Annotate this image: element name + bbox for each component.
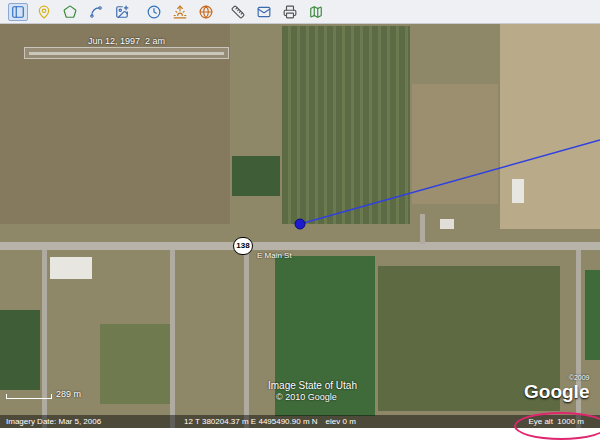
copyright: © 2010 Google: [276, 391, 337, 405]
placemark-line: [0, 24, 600, 428]
map-view[interactable]: Jun 12, 1997 2 am 138 E Main St Image State…: [0, 24, 600, 428]
coordinates: 12 T 380204.37 m E 4495490.90 m N: [184, 417, 318, 427]
toolbar-button[interactable]: [112, 3, 132, 21]
field: [585, 270, 600, 360]
road: [0, 242, 600, 250]
road: [244, 250, 249, 428]
path-icon: [89, 5, 103, 19]
sunlight-icon: [173, 5, 187, 19]
history-icon: [147, 5, 161, 19]
status-bar: Imagery Date: Mar 5, 200612 T 380204.37 …: [0, 415, 600, 428]
image-credit: Image State of Utah: [268, 378, 357, 393]
route-shield: 138: [233, 237, 253, 255]
time-slider-track[interactable]: [24, 47, 229, 59]
toolbar-button[interactable]: [86, 3, 106, 21]
page-margin: [0, 428, 600, 442]
toolbar-button[interactable]: [254, 3, 274, 21]
sidebar-icon: [11, 5, 25, 19]
time-slider[interactable]: Jun 12, 1997 2 am: [24, 36, 229, 59]
logo-text: Google: [524, 382, 589, 402]
building: [50, 257, 92, 279]
planet-icon: [199, 5, 213, 19]
toolbar-button[interactable]: [8, 3, 28, 21]
field: [412, 84, 498, 204]
field: [282, 26, 410, 224]
building: [512, 179, 524, 203]
google-earth-window: Jun 12, 1997 2 am 138 E Main St Image State…: [0, 0, 600, 442]
toolbar-button[interactable]: [280, 3, 300, 21]
placemark-dot-icon[interactable]: [295, 219, 305, 229]
scale-line: [6, 394, 52, 399]
field: [0, 310, 40, 390]
highlight-ellipse: [514, 412, 600, 440]
elevation: elev 0 m: [326, 417, 356, 427]
ruler-icon: [231, 5, 245, 19]
field: [100, 324, 170, 404]
scale-label: 289 m: [56, 389, 81, 399]
eye-altitude: Eye alt 1000 m: [528, 417, 584, 427]
logo-copyright: ©2009: [569, 374, 590, 382]
print-icon: [283, 5, 297, 19]
scale-bar: 289 m: [6, 389, 81, 399]
google-logo: ©2009Google: [524, 374, 589, 402]
imagery-date: Imagery Date: Mar 5, 2006: [6, 417, 184, 427]
polygon-icon: [63, 5, 77, 19]
overlay-icon: [115, 5, 129, 19]
road: [42, 250, 47, 428]
time-slider-bar: [29, 52, 224, 55]
toolbar-button[interactable]: [170, 3, 190, 21]
toolbar: [0, 0, 600, 24]
field: [232, 156, 280, 196]
time-slider-label: Jun 12, 1997 2 am: [88, 36, 165, 47]
building: [440, 219, 454, 229]
road: [420, 214, 425, 244]
maps-icon: [309, 5, 323, 19]
email-icon: [257, 5, 271, 19]
toolbar-button[interactable]: [306, 3, 326, 21]
street-label: E Main St: [257, 250, 292, 262]
toolbar-button[interactable]: [228, 3, 248, 21]
toolbar-button[interactable]: [144, 3, 164, 21]
toolbar-button[interactable]: [60, 3, 80, 21]
toolbar-button[interactable]: [196, 3, 216, 21]
placemark-icon: [37, 5, 51, 19]
road: [170, 250, 175, 428]
toolbar-button[interactable]: [34, 3, 54, 21]
